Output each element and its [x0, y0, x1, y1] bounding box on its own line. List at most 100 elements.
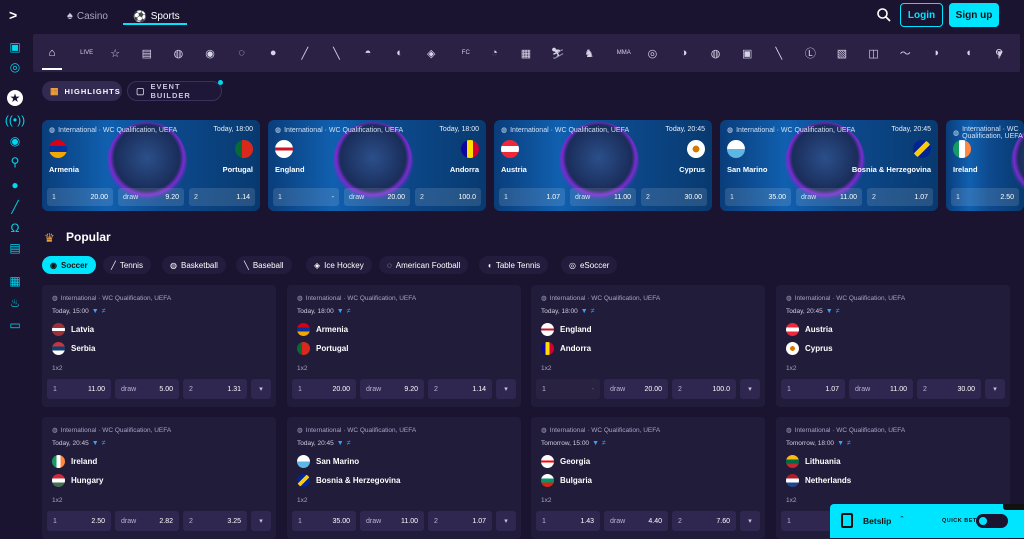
volleyball-icon[interactable]: ◑ [676, 45, 692, 61]
odds-button[interactable]: 1 35.00 [725, 188, 791, 206]
more-markets-dropdown[interactable]: ▾ [740, 379, 760, 399]
darts-icon[interactable]: ◎ [644, 45, 660, 61]
cricket-icon[interactable]: ╱ [297, 45, 313, 61]
target-icon[interactable]: ◎ [7, 59, 23, 75]
fire-icon[interactable]: ♨ [7, 295, 23, 311]
checkered-flag-icon[interactable]: ▦ [518, 45, 534, 61]
odds-button[interactable]: 1 1.07 [781, 379, 845, 399]
globe-soccer-icon[interactable]: ◍ [170, 45, 186, 61]
basketball-icon[interactable]: ● [7, 177, 23, 193]
mma-icon[interactable]: MMA [613, 45, 635, 61]
casino-tab[interactable]: ♠ Casino [67, 6, 108, 26]
gift-icon[interactable]: ▦ [7, 273, 23, 289]
quick-bet-toggle[interactable] [976, 514, 1008, 528]
magnifier-icon[interactable]: ⚲ [7, 154, 23, 170]
odds-button[interactable]: 1 35.00 [292, 511, 356, 531]
odds-button[interactable]: draw 4.40 [604, 511, 668, 531]
betslip-bar[interactable]: Betslip ⌃ QUICK BET [830, 504, 1024, 538]
dolphin-icon[interactable]: 〜 [897, 45, 913, 61]
highlight-card[interactable]: ◍ International · WC Qualification, UEFA T… [42, 120, 260, 211]
signup-button[interactable]: Sign up [949, 3, 999, 27]
odds-button[interactable]: 2 30.00 [917, 379, 981, 399]
highlights-tab[interactable]: ▦ HIGHLIGHTS [42, 81, 122, 101]
soccer-ball-icon[interactable]: ◉ [7, 133, 23, 149]
odds-button[interactable]: 2 1.14 [428, 379, 492, 399]
pencil-icon[interactable]: ╲ [771, 45, 787, 61]
sport-filter-tennis[interactable]: ╱ Tennis [103, 256, 151, 274]
boxing-icon[interactable]: ▣ [7, 39, 23, 55]
odds-button[interactable]: 1- [273, 188, 339, 206]
more-markets-dropdown[interactable]: ▾ [740, 511, 760, 531]
skiing-icon[interactable]: ⛷ [550, 45, 566, 61]
table-tennis-icon[interactable]: ◓ [360, 45, 376, 61]
odds-button[interactable]: draw 9.20 [118, 188, 184, 206]
kings-icon[interactable]: ◫ [866, 45, 882, 61]
sport-filter-american-football[interactable]: ◌ American Football [379, 256, 469, 274]
horseshoe-icon[interactable]: Ω [7, 220, 23, 236]
hockey-icon[interactable]: ╲ [328, 45, 344, 61]
soccer-icon[interactable]: ◉ [202, 45, 218, 61]
more-markets-dropdown[interactable]: ▾ [251, 511, 271, 531]
odds-button[interactable]: 1 2.50 [951, 188, 1019, 206]
more-markets-dropdown[interactable]: ▾ [251, 379, 271, 399]
search-icon[interactable] [876, 7, 892, 23]
odds-button[interactable]: 2 30.00 [641, 188, 707, 206]
sport-filter-ice-hockey[interactable]: ◈ Ice Hockey [306, 256, 372, 274]
rugby-icon[interactable]: ◗ [929, 45, 945, 61]
sport-filter-basketball[interactable]: ◍ Basketball [162, 256, 226, 274]
odds-button[interactable]: 1 20.00 [292, 379, 356, 399]
badminton-icon[interactable]: ◔ [486, 45, 502, 61]
chevron-up-icon[interactable]: ⌃ [899, 515, 905, 523]
home-icon[interactable]: ⌂ [42, 45, 62, 70]
odds-button[interactable]: draw 20.00 [604, 379, 668, 399]
odds-button[interactable]: 2 1.31 [183, 379, 247, 399]
esoccer-icon[interactable]: ◈ [423, 45, 439, 61]
odds-button[interactable]: draw 20.00 [344, 188, 410, 206]
odds-button[interactable]: draw 9.20 [360, 379, 424, 399]
fc-icon[interactable]: FC [455, 45, 477, 61]
login-button[interactable]: Login [900, 3, 943, 27]
horse-racing-icon[interactable]: ♞ [581, 45, 597, 61]
odds-button[interactable]: 2 1.07 [867, 188, 933, 206]
expand-chevron-icon[interactable]: > [9, 7, 17, 23]
odds-button[interactable]: draw 5.00 [115, 379, 179, 399]
live-icon[interactable]: LIVE [76, 45, 98, 61]
odds-button[interactable]: 2 7.60 [672, 511, 736, 531]
odds-button[interactable]: 2 3.25 [183, 511, 247, 531]
odds-button[interactable]: 1 2.50 [47, 511, 111, 531]
football-icon[interactable]: ◖ [960, 45, 976, 61]
odds-button[interactable]: 2 1.07 [428, 511, 492, 531]
hockey-stick-icon[interactable]: ╱ [7, 199, 23, 215]
odds-button[interactable]: 1 20.00 [47, 188, 113, 206]
odds-button[interactable]: draw 11.00 [796, 188, 862, 206]
star-icon[interactable]: ☆ [107, 45, 123, 61]
lol-icon[interactable]: Ⓛ [802, 45, 818, 61]
odds-button[interactable]: draw 11.00 [570, 188, 636, 206]
handball-icon[interactable]: ◐ [392, 45, 408, 61]
event-builder-tab[interactable]: ▢ EVENT BUILDER [127, 81, 222, 101]
more-markets-dropdown[interactable]: ▾ [496, 379, 516, 399]
sport-filter-baseball[interactable]: ╲ Baseball [236, 256, 292, 274]
nba2k-icon[interactable]: ▣ [739, 45, 755, 61]
tennis-icon[interactable]: ◌ [234, 45, 250, 61]
odds-button[interactable]: 1 1.07 [499, 188, 565, 206]
basketball-icon[interactable]: ● [265, 45, 281, 61]
odds-button[interactable]: draw 11.00 [849, 379, 913, 399]
live-signal-icon[interactable]: ((•)) [5, 112, 25, 128]
odds-button[interactable]: 1 11.00 [47, 379, 111, 399]
more-markets-dropdown[interactable]: ▾ [985, 379, 1005, 399]
highlight-card[interactable]: ◍ International · WC Qualification, UEFA I… [946, 120, 1024, 211]
esports-icon[interactable]: ◍ [708, 45, 724, 61]
odds-button[interactable]: 1 1.43 [536, 511, 600, 531]
star-icon[interactable]: ★ [7, 90, 23, 106]
odds-button[interactable]: draw 11.00 [360, 511, 424, 531]
legends-icon[interactable]: ▧ [834, 45, 850, 61]
search-icon[interactable]: ⚲ [991, 45, 1007, 61]
more-markets-dropdown[interactable]: ▾ [496, 511, 516, 531]
highlight-card[interactable]: ◍ International · WC Qualification, UEFA T… [720, 120, 938, 211]
odds-button[interactable]: 2 1.14 [189, 188, 255, 206]
sport-filter-table-tennis[interactable]: ◖ Table Tennis [479, 256, 549, 274]
document-icon[interactable]: ▤ [139, 45, 155, 61]
chat-icon[interactable]: ▭ [7, 317, 23, 333]
highlight-card[interactable]: ◍ International · WC Qualification, UEFA T… [494, 120, 712, 211]
